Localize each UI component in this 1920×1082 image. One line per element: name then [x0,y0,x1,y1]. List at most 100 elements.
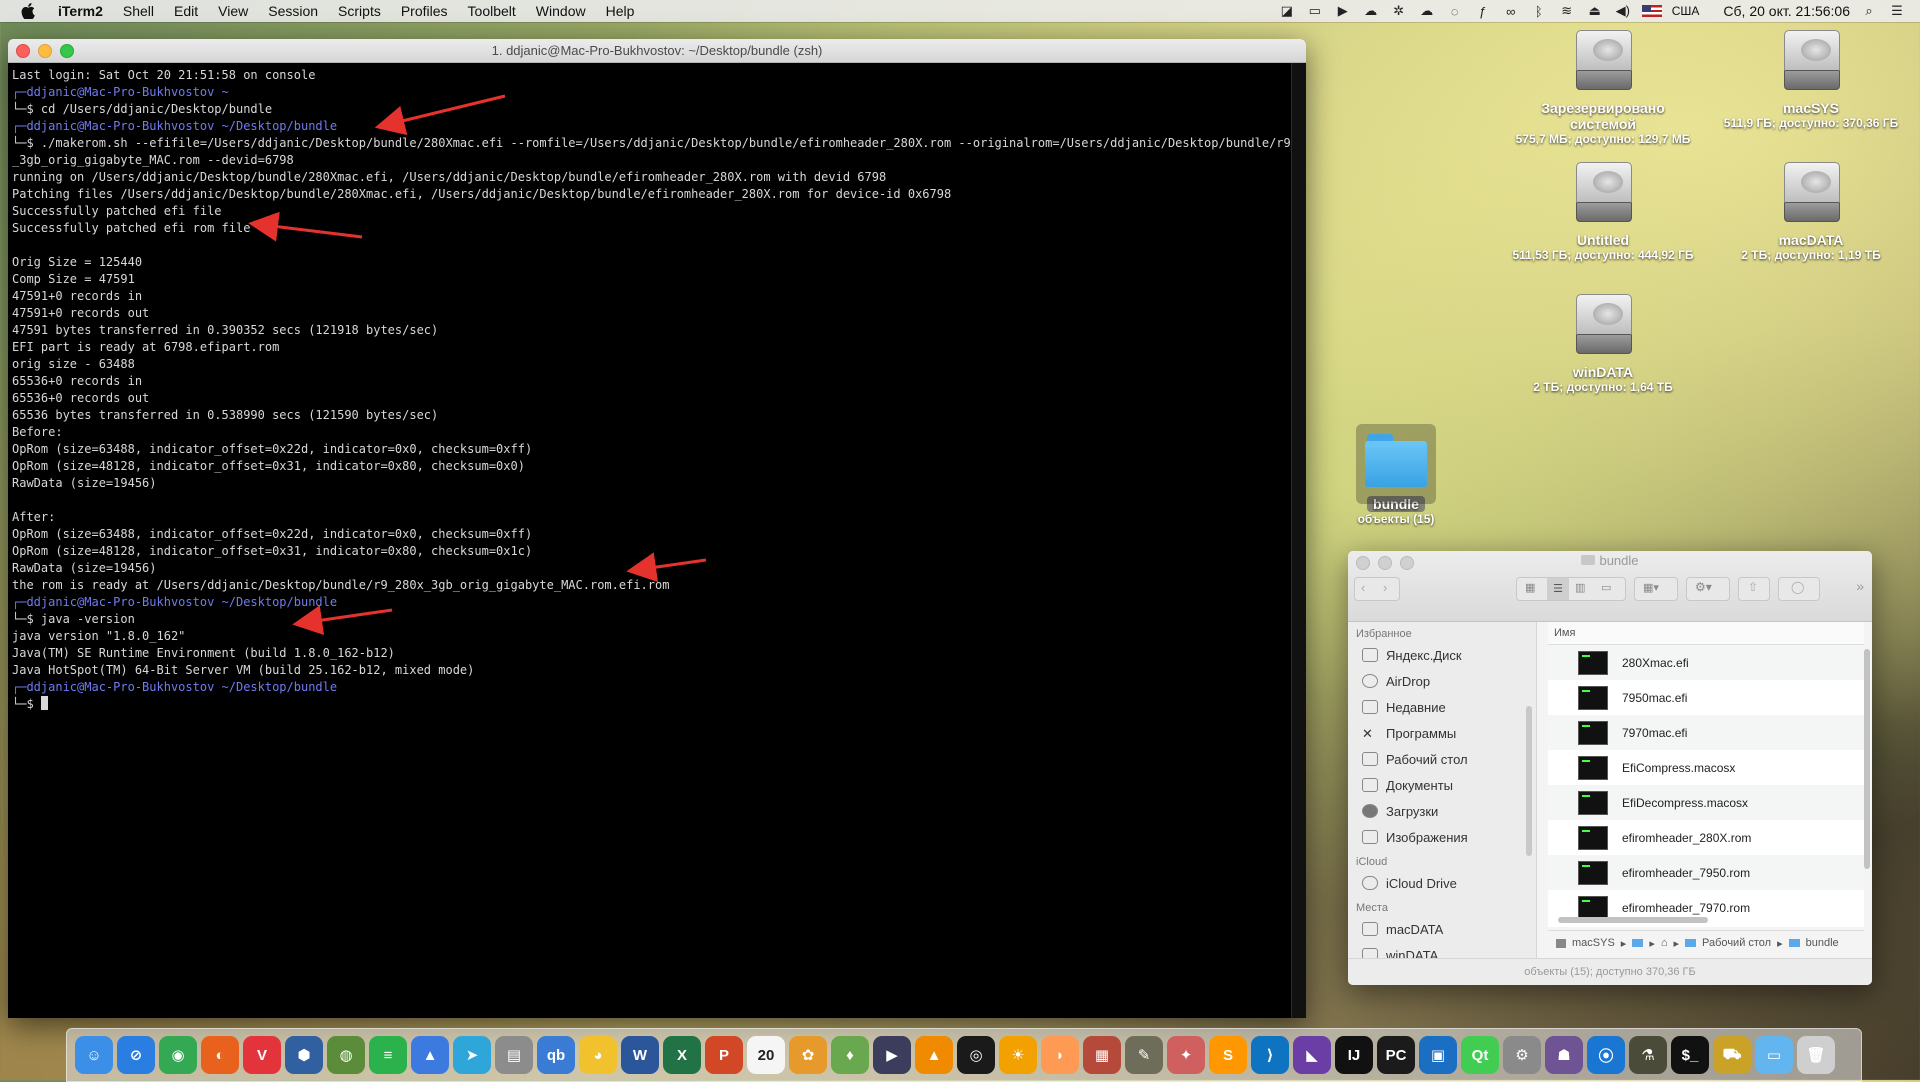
sidebar-item-yandex-disk[interactable]: Яндекс.Диск [1348,642,1536,668]
clock[interactable]: Сб, 20 окт. 21:56:06 [1723,3,1850,19]
terminal-scrollbar[interactable] [1291,63,1306,1018]
firefox-icon[interactable]: ◐ [201,1036,239,1074]
file-row[interactable]: 7970mac.efi [1548,715,1864,750]
share-button[interactable]: ⇧ [1738,577,1770,601]
presentation-app-icon[interactable]: ▦ [1083,1036,1121,1074]
flag-icon[interactable] [1641,5,1662,17]
paint-app-icon[interactable]: ✦ [1167,1036,1205,1074]
intellij-icon[interactable]: IJ [1335,1036,1373,1074]
excel-icon[interactable]: X [663,1036,701,1074]
path-item[interactable]: Рабочий стол [1702,937,1771,949]
file-row[interactable]: 280Xmac.efi [1548,645,1864,680]
finder-toolbar[interactable]: bundle ‹ › ▦ ☰ ▥ ▭ ▦▾ ⚙▾ ⇧ ◯ » [1348,551,1872,622]
more-icon[interactable]: » [1856,578,1864,594]
list-view-icon[interactable]: ☰ [1547,578,1569,600]
menu-session[interactable]: Session [258,0,328,22]
shell-app-icon[interactable]: ◗ [1041,1036,1079,1074]
sidebar-item-icloud-drive[interactable]: iCloud Drive [1348,870,1536,896]
back-icon[interactable]: ‹ [1361,580,1365,595]
home-icon[interactable]: ⌂ [1661,937,1668,949]
cloud-sync-icon[interactable]: ☁ [1418,3,1436,18]
github-desktop-icon[interactable]: ☗ [1545,1036,1583,1074]
sidebar-item-applications[interactable]: ✕ Программы [1348,720,1536,746]
sun-app-icon[interactable]: ☀ [999,1036,1037,1074]
menu-profiles[interactable]: Profiles [391,0,458,22]
vlc-icon[interactable]: ▲ [915,1036,953,1074]
file-row[interactable]: efiromheader_7950.rom [1548,855,1864,890]
action-button[interactable]: ⚙▾ [1686,577,1730,601]
pod-app-icon[interactable]: ⚗ [1629,1036,1667,1074]
glasses-icon[interactable]: ∞ [1502,4,1520,19]
chrome-icon[interactable]: ◉ [159,1036,197,1074]
menu-view[interactable]: View [208,0,258,22]
cyberduck-icon[interactable]: ◕ [579,1036,617,1074]
apple-icon[interactable] [20,3,36,19]
safari-icon[interactable]: ⊘ [117,1036,155,1074]
archive-utility-icon[interactable]: ▤ [495,1036,533,1074]
desktop-disk-reserved[interactable]: Зарезервировано системой 575,7 МБ; досту… [1503,30,1703,146]
desktop-folder-bundle[interactable]: bundle объекты (15) [1296,424,1496,526]
script-icon[interactable]: ƒ [1474,4,1492,19]
nvidia-icon[interactable]: ◪ [1278,3,1296,18]
sublime-text-icon[interactable]: S [1209,1036,1247,1074]
eject-icon[interactable]: ⏏ [1586,3,1604,18]
iterm2-icon[interactable]: $_ [1671,1036,1709,1074]
installer-app-icon[interactable]: ⛟ [1713,1036,1751,1074]
virtualbox-icon[interactable]: ▣ [1419,1036,1457,1074]
file-list-hscrollbar[interactable] [1558,917,1708,923]
terminal-output[interactable]: Last login: Sat Oct 20 21:51:58 on conso… [8,63,1306,717]
telegram-icon[interactable]: ➤ [453,1036,491,1074]
vivaldi-icon[interactable]: V [243,1036,281,1074]
desktop-disk-macdata[interactable]: macDATA 2 ТБ; доступно: 1,19 ТБ [1711,162,1911,262]
back-forward-buttons[interactable]: ‹ › [1354,577,1400,601]
close-button[interactable] [16,44,30,58]
menu-help[interactable]: Help [596,0,645,22]
desktop-disk-macsys[interactable]: macSYS 511,9 ГБ; доступно: 370,36 ГБ [1711,30,1911,130]
window-icon[interactable]: ▭ [1306,3,1324,18]
path-item[interactable]: bundle [1806,937,1839,949]
sidebar-item-airdrop[interactable]: AirDrop [1348,668,1536,694]
menu-edit[interactable]: Edit [164,0,208,22]
file-row[interactable]: 7950mac.efi [1548,680,1864,715]
path-item[interactable]: macSYS [1572,937,1615,949]
column-view-icon[interactable]: ▥ [1575,581,1585,594]
file-row[interactable]: EfiCompress.macosx [1548,750,1864,785]
sidebar-item-documents[interactable]: Документы [1348,772,1536,798]
file-list-scrollbar[interactable] [1864,649,1870,869]
menu-window[interactable]: Window [526,0,596,22]
sidebar-scrollbar[interactable] [1526,706,1532,856]
view-mode-buttons[interactable]: ▦ ☰ ▥ ▭ [1516,577,1626,601]
menu-shell[interactable]: Shell [113,0,164,22]
balloon-app-icon[interactable]: ♦ [831,1036,869,1074]
tags-button[interactable]: ◯ [1778,577,1820,601]
qbittorrent-icon[interactable]: qb [537,1036,575,1074]
testflight-icon[interactable]: ▲ [411,1036,449,1074]
settings-app-icon[interactable]: ⬢ [285,1036,323,1074]
sidebar-item-macdata[interactable]: macDATA [1348,916,1536,942]
file-row[interactable]: EfiDecompress.macosx [1548,785,1864,820]
fruit-app-icon[interactable]: ✿ [789,1036,827,1074]
maps-app-icon[interactable]: ⦿ [1587,1036,1625,1074]
cloud-icon[interactable]: ☁ [1362,3,1380,18]
search-icon[interactable]: ⌕ [1860,3,1878,18]
sidebar-item-pictures[interactable]: Изображения [1348,824,1536,850]
forward-icon[interactable]: › [1383,580,1387,595]
sidebar-item-downloads[interactable]: Загрузки [1348,798,1536,824]
media-player-icon[interactable]: ▶ [873,1036,911,1074]
volume-icon[interactable]: ◀) [1614,3,1632,18]
column-header-name[interactable]: Имя [1548,622,1864,645]
desktop-disk-windata[interactable]: winDATA 2 ТБ; доступно: 1,64 ТБ [1503,294,1703,394]
visual-studio-icon[interactable]: ◣ [1293,1036,1331,1074]
menu-scripts[interactable]: Scripts [328,0,391,22]
feedly-icon[interactable]: ≡ [369,1036,407,1074]
menu-iterm2[interactable]: iTerm2 [48,0,113,22]
vscode-icon[interactable]: ⟩ [1251,1036,1289,1074]
pycharm-icon[interactable]: PC [1377,1036,1415,1074]
gimp-icon[interactable]: ✎ [1125,1036,1163,1074]
sidebar-item-recents[interactable]: Недавние [1348,694,1536,720]
sidebar-item-windata[interactable]: winDATA [1348,942,1536,959]
media-icon[interactable]: ▶ [1334,3,1352,18]
menu-list-icon[interactable]: ☰ [1888,3,1906,18]
menu-toolbelt[interactable]: Toolbelt [458,0,526,22]
powerpoint-icon[interactable]: P [705,1036,743,1074]
